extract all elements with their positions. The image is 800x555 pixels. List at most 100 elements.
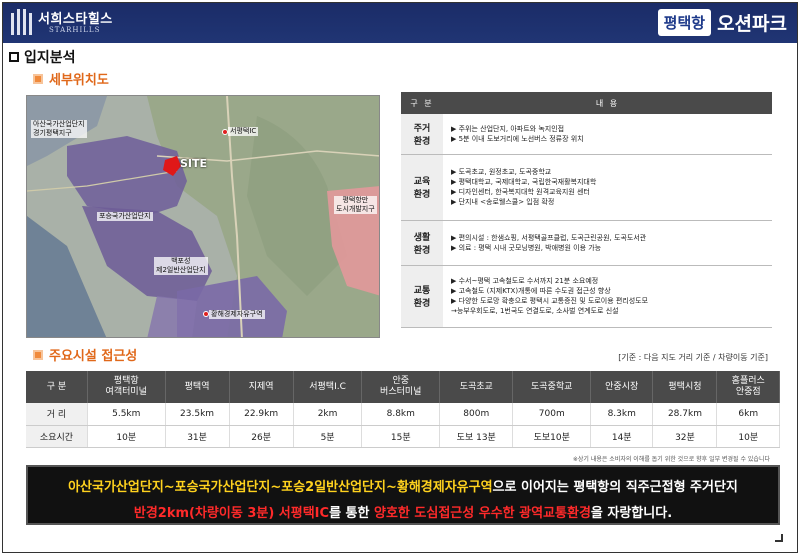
environment-category: 교통 환경 [401,265,443,328]
banner-highlight: 양호한 도심접근성 우수한 광역교통환경 [374,506,591,521]
access-cell: 22.9km [229,403,294,426]
environment-row: 주거 환경 ▶ 주위는 산업단지, 아파트와 녹지인접 ▶ 5분 이내 도보거리에 … [401,114,772,155]
summary-banner: 아산국가산업단지~포승국가산업단지~포승2일반산업단지~황해경제자유구역으로 이… [26,465,780,525]
access-table: 구 분 평택항 여객터미널 평택역 지제역 서평택I.C 안중 버스터미널 도곡초교 도곡중학… [26,371,780,448]
project-name: 오션파크 [717,12,787,35]
access-cell: 32분 [652,425,718,448]
banner-text: 을 자랑합니다. [590,506,673,521]
environment-description: ▶ 주위는 산업단지, 아파트와 녹지인접 ▶ 5분 이내 도보거리에 노선버스 … [443,114,772,155]
criteria-note: [기준 : 다음 지도 거리 기준 / 차량이동 기준] [618,353,768,362]
access-cell: 31분 [165,425,230,448]
column-header: 내 용 [443,92,772,114]
environment-item: ▶ 편의시설 : 한샘쇼핑, 서평택골프클럽, 도곡근린공원, 도곡도서관 [451,233,647,242]
environment-item: ▶ 디자인센터, 한국복지대학 원격교육지원 센터 [451,188,590,196]
corner-mark [775,534,783,542]
access-cell: 5분 [293,425,363,448]
access-cell: 10분 [716,425,780,448]
access-cell: 700m [512,403,592,426]
map-section-title-text: 세부위치도 [49,73,109,88]
access-column-header: 안중시장 [590,371,654,403]
access-column-header: 도곡초교 [439,371,514,403]
access-table-header: 구 분 평택항 여객터미널 평택역 지제역 서평택I.C 안중 버스터미널 도곡초교 도곡중학… [26,371,780,403]
access-column-header: 평택역 [165,371,230,403]
disclaimer-note: ※상기 내용은 소비자의 이해를 돕기 위한 것으로 향후 일부 변경될 수 있… [572,456,770,463]
location-map: 아산국가산업단지 경기평택지구 서평택IC SITE 포승국가산업단지 백포성 … [26,95,380,338]
environment-item: ▶ 단지내 <송로웰스쿨> 입점 확정 [451,198,555,206]
access-cell: 도보10분 [512,425,592,448]
access-cell: 800m [439,403,514,426]
access-cell: 6km [716,403,780,426]
environment-category: 생활 환경 [401,220,443,266]
access-column-header: 홈플러스 안중점 [716,371,780,403]
access-section-title-text: 주요시설 접근성 [49,349,138,364]
access-cell: 10분 [87,425,166,448]
map-section-title: 세부위치도 [33,69,109,88]
banner-line-2: 반경2km(차량이동 3분) 서평택IC를 통한 양호한 도심접근성 우수한 광… [28,502,778,521]
section-title-text: 입지분석 [24,50,76,66]
environment-row: 교통 환경 ▶ 수서~평택 고속철도로 수서까지 21분 소요예정 ▶ 고속철도 (… [401,265,772,328]
access-column-header: 지제역 [229,371,294,403]
banner-text: 으로 이어지는 평택항의 직주근접형 주거단지 [492,480,738,495]
access-cell: 15분 [361,425,441,448]
banner-highlight: 아산국가산업단지~포승국가산업단지~포승2일반산업단지~황해경제자유구역 [68,480,493,495]
access-cell: 2km [293,403,363,426]
environment-item: ▶ 주위는 산업단지, 아파트와 녹지인접 [451,124,565,133]
access-cell: 23.5km [165,403,230,426]
brand-logo-icon [11,9,33,35]
column-header: 구 분 [401,92,443,114]
access-column-header: 안중 버스터미널 [361,371,441,403]
map-label-port: 평택항만 도시개발지구 [334,196,377,214]
environment-item: ▶ 평택대학교, 국제대학교, 국립한국재활복지대학 [451,178,597,186]
environment-row: 생활 환경 ▶ 편의시설 : 한샘쇼핑, 서평택골프클럽, 도곡근린공원, 도곡도… [401,220,772,266]
environment-item: ▶ 다양한 도로망 확충으로 평택시 교통증진 및 도로이용 편리성도모 [451,297,649,305]
access-cell: 도보 13분 [439,425,514,448]
map-label-ic: 서평택IC [228,127,259,136]
environment-category: 주거 환경 [401,114,443,155]
banner-line-1: 아산국가산업단지~포승국가산업단지~포승2일반산업단지~황해경제자유구역으로 이… [28,476,778,495]
access-cell: 5.5km [87,403,166,426]
page-frame: 서희스타힐스 STARHILLS 평택항 오션파크 입지분석 세부위치도 아산국… [2,2,798,553]
free-zone-pin-icon [203,311,209,317]
orange-square-icon [33,73,43,84]
environment-description: ▶ 수서~평택 고속철도로 수서까지 21분 소요예정 ▶ 고속철도 (지제KTX… [443,265,772,328]
banner-text: 를 통한 [329,506,374,521]
square-icon [9,52,19,62]
map-label-free-zone: 황해경제자유구역 [209,310,265,319]
access-cell: 26분 [229,425,294,448]
access-column-header: 서평택I.C [293,371,363,403]
environment-row: 교육 환경 ▶ 도곡초교, 원정초교, 도곡중학교 ▶ 평택대학교, 국제대학교, … [401,154,772,221]
access-row-label: 소요시간 [26,425,88,448]
orange-square-icon [33,349,43,360]
environment-description: ▶ 편의시설 : 한샘쇼핑, 서평택골프클럽, 도곡근린공원, 도곡도서관 ▶ 의… [443,220,772,266]
access-column-header: 평택항 여객터미널 [87,371,166,403]
access-column-header: 구 분 [26,371,88,403]
environment-category: 교육 환경 [401,154,443,221]
environment-description: ▶ 도곡초교, 원정초교, 도곡중학교 ▶ 평택대학교, 국제대학교, 국립한국재… [443,154,772,221]
map-label-pogseung: 포승국가산업단지 [97,212,153,221]
brand-name-en: STARHILLS [49,26,101,34]
header-bar: 서희스타힐스 STARHILLS 평택항 오션파크 [3,3,797,43]
access-column-header: 평택시청 [652,371,718,403]
access-row: 거 리 5.5km 23.5km 22.9km 2km 8.8km 800m 700m 8.3k… [26,403,780,426]
environment-table: 구 분 내 용 주거 환경 ▶ 주위는 산업단지, 아파트와 녹지인접 ▶ 5분 이… [401,92,772,328]
environment-item: →능부우회도로, 1번국도 연결도로, 소사벌 연계도로 신설 [451,307,619,315]
access-cell: 14분 [590,425,654,448]
map-label-site: SITE [180,157,208,170]
environment-item: ▶ 의료 : 평택 시내 굿모닝병원, 박애병원 이용 가능 [451,243,602,252]
access-cell: 28.7km [652,403,718,426]
access-section-title: 주요시설 접근성 [33,345,137,364]
ic-pin-icon [222,129,228,135]
banner-highlight: 반경2km(차량이동 3분) 서평택IC [133,506,330,521]
section-title: 입지분석 [9,47,76,67]
environment-item: ▶ 5분 이내 도보거리에 노선버스 정류장 위치 [451,134,584,143]
environment-item: ▶ 고속철도 (지제KTX)개통에 따른 수도권 접근성 향상 [451,287,611,295]
environment-item: ▶ 도곡초교, 원정초교, 도곡중학교 [451,168,552,176]
access-column-header: 도곡중학교 [512,371,592,403]
environment-item: ▶ 수서~평택 고속철도로 수서까지 21분 소요예정 [451,277,599,285]
project-title: 평택항 오션파크 [657,7,787,37]
access-row-label: 거 리 [26,403,88,426]
access-cell: 8.3km [590,403,654,426]
project-location: 평택항 [657,8,712,36]
access-row: 소요시간 10분 31분 26분 5분 15분 도보 13분 도보10분 14분 32분 10분 [26,425,780,448]
access-cell: 8.8km [361,403,441,426]
